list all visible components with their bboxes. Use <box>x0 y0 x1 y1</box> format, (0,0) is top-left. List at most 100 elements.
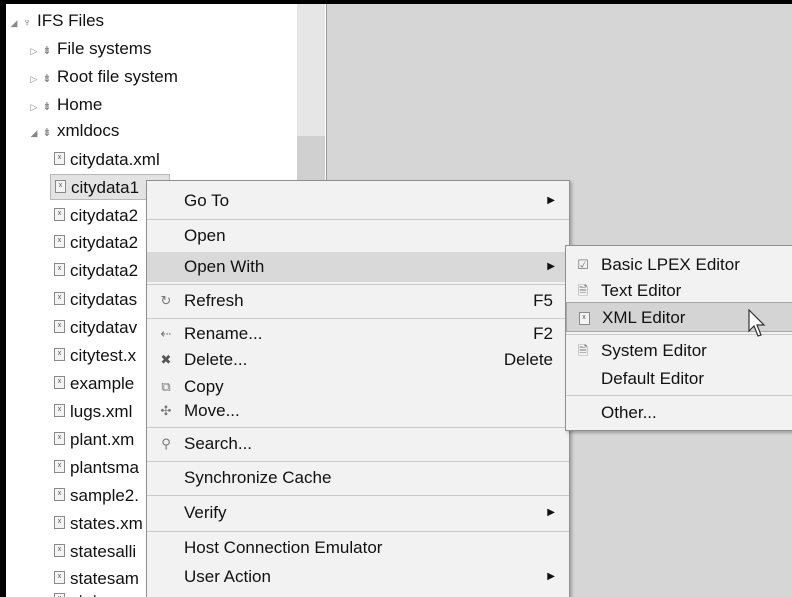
file-item[interactable]: x example <box>54 371 134 397</box>
filter-icon: ⇟ <box>42 45 52 57</box>
menu-item-label: Move... <box>184 401 240 420</box>
menu-item-label: Verify <box>184 503 227 522</box>
search-icon: ⚲ <box>161 436 171 451</box>
menu-item-verify[interactable]: Verify ▶ <box>147 498 569 528</box>
file-name: citydata2 <box>70 233 139 252</box>
menu-separator <box>147 461 569 462</box>
delete-icon: ✖ <box>160 352 172 367</box>
file-item[interactable]: x citydata2 <box>54 230 138 256</box>
file-name: citydata1 <box>71 178 140 197</box>
menu-item-open[interactable]: Open <box>147 221 569 251</box>
expand-triangle-icon[interactable]: ▷ <box>28 38 40 64</box>
xml-file-icon: x <box>54 292 65 306</box>
refresh-icon: ↻ <box>160 293 172 308</box>
collapse-triangle-icon[interactable]: ◢ <box>28 120 40 146</box>
menu-separator <box>147 495 569 496</box>
menu-item-label: Other... <box>601 403 657 422</box>
menu-item-label: Delete... <box>184 350 248 369</box>
menu-item-host-connection-emulator[interactable]: Host Connection Emulator <box>147 533 569 563</box>
menu-item-label: Refresh <box>184 291 244 310</box>
xml-file-icon: x <box>54 263 65 277</box>
file-name: statesam <box>70 569 139 588</box>
menu-item-default-editor[interactable]: Default Editor <box>566 364 792 394</box>
tree-node-label: Root file system <box>57 67 178 86</box>
xml-file-icon: x <box>54 376 65 390</box>
menu-item-refresh[interactable]: ↻ Refresh F5 <box>147 286 569 316</box>
tree-node-label: IFS Files <box>37 11 105 30</box>
menu-item-label: User Action <box>184 567 271 586</box>
file-name: states.xm <box>70 514 143 533</box>
tree-node-ifs-files[interactable]: ◢ ♆ IFS Files <box>8 8 105 36</box>
menu-item-search[interactable]: ⚲ Search... <box>147 429 569 459</box>
expand-triangle-icon[interactable]: ▷ <box>28 66 40 92</box>
file-name: citydatav <box>70 318 138 337</box>
menu-item-label: Go To <box>184 191 230 210</box>
menu-item-label: XML Editor <box>602 308 686 327</box>
file-item[interactable]: x citydata2 <box>54 258 138 284</box>
file-name: citydata2 <box>70 261 139 280</box>
file-name: sample2. <box>70 486 139 505</box>
file-item[interactable]: x citydatas <box>54 287 137 313</box>
tree-node-file-systems[interactable]: ▷ ⇟ File systems <box>28 36 152 64</box>
context-menu: Go To ▶ Open Open With ▶ ↻ Refresh F5 ⇠ … <box>146 180 570 597</box>
file-name: citytest.x <box>70 346 137 365</box>
tree-node-label: xmldocs <box>57 121 120 140</box>
file-item[interactable]: x plantsma <box>54 455 139 481</box>
menu-item-label: Search... <box>184 434 253 453</box>
xml-file-icon: x <box>54 516 65 530</box>
menu-item-label: System Editor <box>601 341 707 360</box>
menu-item-label: Open <box>184 226 226 245</box>
menu-item-open-with[interactable]: Open With ▶ <box>147 252 569 282</box>
xml-file-icon: x <box>54 208 65 222</box>
mouse-pointer-icon <box>748 309 766 337</box>
xml-file-icon: x <box>54 488 65 502</box>
menu-item-move[interactable]: ✣ Move... <box>147 396 569 426</box>
menu-separator <box>147 531 569 532</box>
menu-item-delete[interactable]: ✖ Delete... Delete <box>147 345 569 375</box>
tree-node-xmldocs[interactable]: ◢ ⇟ xmldocs <box>28 118 120 146</box>
tree-node-home[interactable]: ▷ ⇟ Home <box>28 92 103 120</box>
ide-window: ◢ ♆ IFS Files ▷ ⇟ File systems ▷ ⇟ Root file s… <box>6 4 792 597</box>
menu-separator <box>147 219 569 220</box>
submenu-arrow-icon: ▶ <box>547 195 555 206</box>
menu-separator <box>566 395 792 396</box>
shortcut-label: F5 <box>533 291 553 310</box>
xml-file-icon: x <box>54 152 65 166</box>
xml-file-icon: x <box>55 180 66 194</box>
file-name: citydatas <box>70 290 138 309</box>
filter-icon: ⇟ <box>42 101 52 113</box>
file-name: citydata.xml <box>70 150 160 169</box>
file-name: example <box>70 374 135 393</box>
menu-item-synchronize-cache[interactable]: Synchronize Cache <box>147 463 569 493</box>
file-item[interactable]: x citydatav <box>54 315 137 341</box>
file-item[interactable]: x statesam <box>54 588 139 597</box>
xml-file-icon: x <box>54 571 65 585</box>
file-item[interactable]: x citydata.xml <box>54 147 160 173</box>
xml-file-icon: x <box>575 303 593 333</box>
xml-file-icon: x <box>54 348 65 362</box>
file-item[interactable]: x lugs.xml <box>54 399 132 425</box>
expand-triangle-icon[interactable]: ▷ <box>28 94 40 120</box>
tree-node-root-file-system[interactable]: ▷ ⇟ Root file system <box>28 64 178 90</box>
xml-file-icon: x <box>54 593 65 597</box>
collapse-triangle-icon[interactable]: ◢ <box>8 10 20 36</box>
menu-item-go-to[interactable]: Go To ▶ <box>147 186 569 216</box>
system-editor-icon: 🗎 <box>577 343 589 358</box>
menu-item-user-action[interactable]: User Action ▶ <box>147 562 569 592</box>
menu-item-label: Synchronize Cache <box>184 468 332 487</box>
xml-file-icon: x <box>54 544 65 558</box>
ifs-root-icon: ♆ <box>22 17 32 29</box>
menu-item-label: Open With <box>184 257 265 276</box>
file-item[interactable]: x states.xm <box>54 511 143 537</box>
file-item[interactable]: x citytest.x <box>54 343 136 369</box>
file-name: lugs.xml <box>70 402 133 421</box>
menu-item-system-editor[interactable]: 🗎 System Editor <box>566 336 792 366</box>
file-item[interactable]: x plant.xm <box>54 427 134 453</box>
file-item[interactable]: x sample2. <box>54 483 139 509</box>
menu-item-other[interactable]: Other... <box>566 398 792 428</box>
xml-file-icon: x <box>54 404 65 418</box>
menu-separator <box>147 427 569 428</box>
file-name: plantsma <box>70 458 139 477</box>
file-item[interactable]: x citydata2 <box>54 203 138 229</box>
file-item[interactable]: x statesalli <box>54 539 136 565</box>
